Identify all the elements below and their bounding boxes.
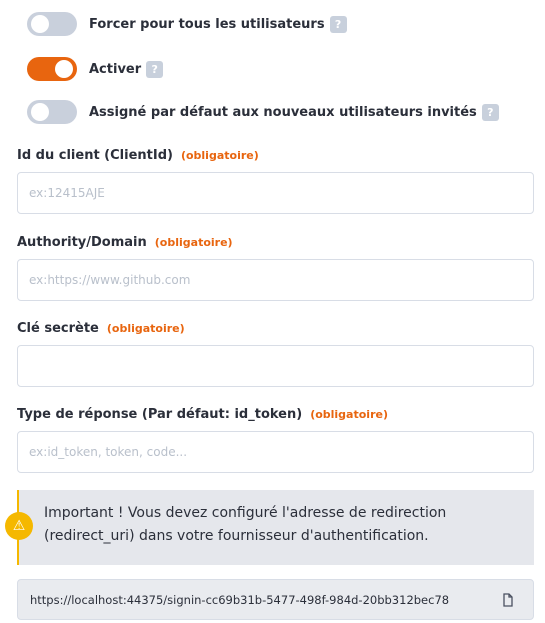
help-icon[interactable]: ? — [481, 103, 499, 121]
toggle-row-activate: Activer ? — [27, 57, 164, 81]
toggle-row-force-all: Forcer pour tous les utilisateurs ? — [27, 12, 347, 36]
toggle-row-default-assign: Assigné par défaut aux nouveaux utilisat… — [27, 100, 499, 124]
client-id-input[interactable] — [17, 172, 534, 214]
toggle-knob — [31, 103, 49, 121]
secret-input[interactable] — [17, 345, 534, 387]
force-all-users-label: Forcer pour tous les utilisateurs — [89, 16, 325, 32]
response-type-input[interactable] — [17, 431, 534, 473]
default-assign-toggle[interactable] — [27, 100, 77, 124]
required-tag: (obligatoire) — [154, 236, 233, 249]
redirect-url-text: https://localhost:44375/signin-cc69b31b-… — [30, 592, 450, 607]
default-assign-label: Assigné par défaut aux nouveaux utilisat… — [89, 104, 477, 120]
help-icon[interactable]: ? — [329, 15, 347, 33]
required-tag: (obligatoire) — [180, 149, 259, 162]
force-all-users-toggle[interactable] — [27, 12, 77, 36]
help-icon[interactable]: ? — [146, 60, 164, 78]
redirect-warning-alert: ⚠ Important ! Vous devez configuré l'adr… — [5, 490, 534, 565]
toggle-knob — [55, 60, 73, 78]
client-id-label: Id du client (ClientId) (obligatoire) — [17, 148, 259, 163]
authority-label: Authority/Domain (obligatoire) — [17, 235, 233, 250]
response-type-label-text: Type de réponse (Par défaut: id_token) — [17, 407, 303, 422]
toggle-knob — [31, 15, 49, 33]
activate-toggle[interactable] — [27, 57, 77, 81]
response-type-label: Type de réponse (Par défaut: id_token) (o… — [17, 407, 388, 422]
authority-input[interactable] — [17, 259, 534, 301]
alert-text: Important ! Vous devez configuré l'adres… — [44, 505, 447, 544]
warning-icon: ⚠ — [5, 512, 33, 540]
client-id-label-text: Id du client (ClientId) — [17, 148, 173, 163]
activate-label: Activer — [89, 61, 142, 77]
secret-label: Clé secrète (obligatoire) — [17, 321, 185, 336]
authority-label-text: Authority/Domain — [17, 235, 147, 250]
copy-button[interactable] — [493, 585, 523, 615]
required-tag: (obligatoire) — [310, 408, 388, 421]
copy-icon — [503, 592, 513, 607]
secret-label-text: Clé secrète — [17, 321, 99, 336]
required-tag: (obligatoire) — [106, 322, 185, 335]
redirect-url-box: https://localhost:44375/signin-cc69b31b-… — [17, 579, 534, 620]
